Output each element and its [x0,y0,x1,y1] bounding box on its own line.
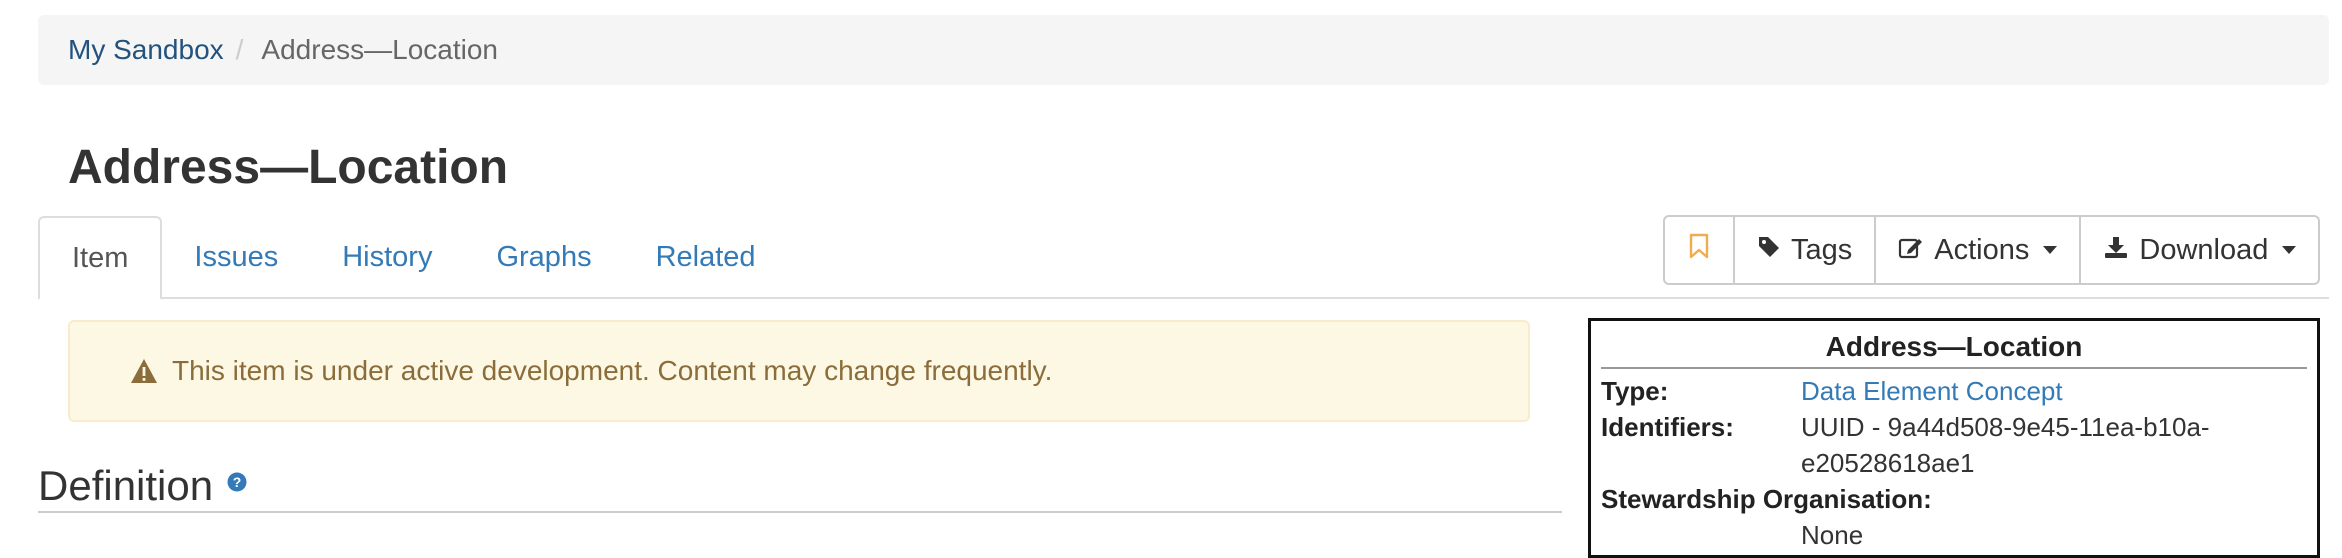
tab-history[interactable]: History [310,216,464,298]
actions-button[interactable]: Actions [1874,217,2079,283]
infobox-stewardship-value: None [1801,520,1864,550]
tags-button[interactable]: Tags [1733,217,1874,283]
tab-graphs[interactable]: Graphs [464,216,623,298]
actions-button-label: Actions [1934,233,2030,266]
breadcrumb-link-my-sandbox[interactable]: My Sandbox [68,34,224,66]
definition-heading: Definition ? [38,462,247,510]
alert-message: This item is under active development. C… [172,355,1053,386]
tags-button-label: Tags [1791,233,1853,266]
item-toolbar: Tags Actions Download [1663,215,2321,285]
infobox-title: Address—Location [1601,331,2307,369]
item-infobox: Address—Location Type: Data Element Conc… [1588,318,2320,558]
chevron-down-icon [2043,246,2058,254]
tab-item[interactable]: Item [38,216,163,300]
infobox-identifiers-label: Identifiers: [1601,412,1734,442]
download-button[interactable]: Download [2079,217,2318,283]
tab-related[interactable]: Related [624,216,788,298]
breadcrumb: My Sandbox / Address—Location [38,15,2329,85]
tab-issues[interactable]: Issues [162,216,310,298]
help-icon[interactable]: ? [227,472,247,492]
infobox-spacer [1601,517,1801,553]
breadcrumb-current: Address—Location [261,34,498,65]
page-title: Address—Location [68,141,509,194]
edit-icon [1898,234,1924,267]
infobox-stewardship-label: Stewardship Organisation: [1601,484,1932,514]
definition-heading-text: Definition [38,462,214,509]
download-button-label: Download [2139,233,2269,266]
warning-icon [130,358,158,384]
infobox-row-type: Type: Data Element Concept [1601,373,2307,409]
tab-bar: Item Issues History Graphs Related [38,216,788,300]
bookmark-icon [1689,233,1709,267]
infobox-type-link[interactable]: Data Element Concept [1801,373,2221,409]
section-divider [38,511,1562,513]
infobox-identifiers-value: UUID - 9a44d508-9e45-11ea-b10a-e20528618… [1801,412,2210,478]
chevron-down-icon [2282,246,2297,254]
infobox-type-label: Type: [1601,376,1669,406]
breadcrumb-separator: / [235,34,244,65]
svg-text:?: ? [233,474,242,490]
download-icon [2103,234,2129,267]
bookmark-button[interactable] [1665,217,1733,283]
infobox-row-identifiers: Identifiers: UUID - 9a44d508-9e45-11ea-b… [1601,409,2307,481]
tag-icon [1757,234,1781,267]
infobox-row-stewardship: Stewardship Organisation: [1601,481,2307,517]
development-warning-alert: This item is under active development. C… [68,320,1530,422]
infobox-row-stewardship-value: None [1601,517,2307,553]
